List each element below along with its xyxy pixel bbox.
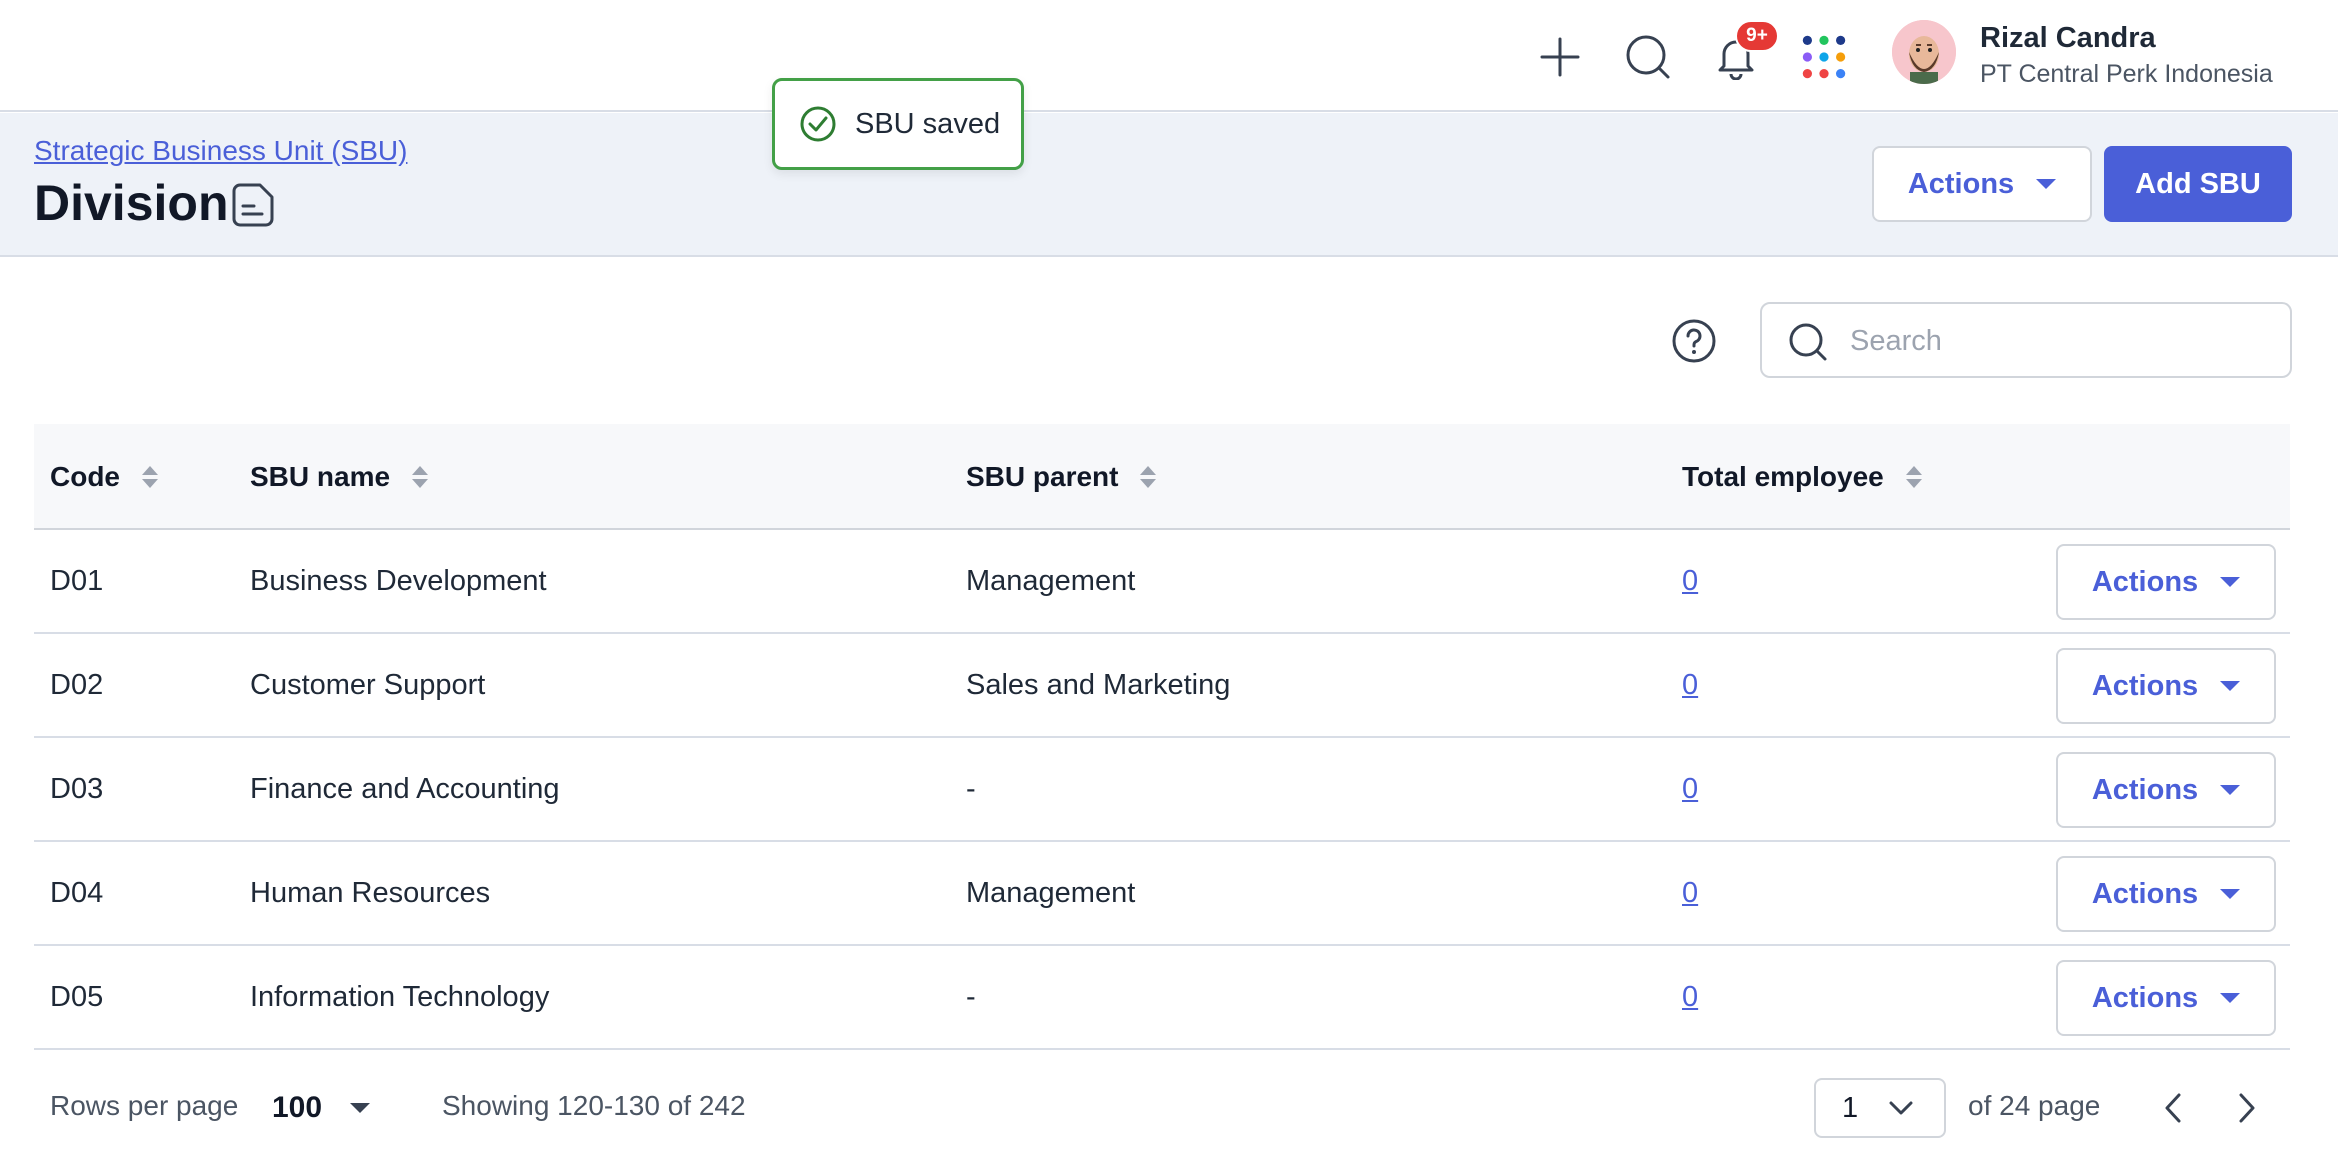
cell-total-employee-link[interactable]: 0 xyxy=(1682,738,1698,840)
notification-badge: 9+ xyxy=(1735,20,1779,52)
cell-sbu-parent: Management xyxy=(966,876,1136,909)
cell-total-employee-link[interactable]: 0 xyxy=(1682,530,1698,632)
caret-down-icon xyxy=(2220,577,2241,587)
row-actions-label: Actions xyxy=(2091,981,2199,1014)
row-actions-label: Actions xyxy=(2091,669,2199,702)
current-page-value: 1 xyxy=(1842,1091,1859,1124)
chevron-down-icon xyxy=(1889,1101,1913,1115)
next-page-button[interactable] xyxy=(2226,1087,2268,1129)
search-field-icon xyxy=(1789,323,1827,361)
row-actions-button[interactable]: Actions xyxy=(2056,856,2276,932)
table-row: D03 Finance and Accounting - 0 Actions xyxy=(34,738,2290,842)
app-dot xyxy=(1802,35,1812,45)
rows-per-page-label: Rows per page xyxy=(50,1090,239,1121)
sort-icon[interactable] xyxy=(1140,466,1157,488)
cell-code: D01 xyxy=(50,564,104,597)
column-header-sbu-name[interactable]: SBU name xyxy=(250,424,429,530)
add-icon[interactable] xyxy=(1536,27,1584,87)
table-row: D02 Customer Support Sales and Marketing… xyxy=(34,634,2290,738)
column-label: SBU name xyxy=(250,461,391,492)
sort-icon[interactable] xyxy=(1905,466,1922,488)
app-dot xyxy=(1802,52,1812,62)
user-company: PT Central Perk Indonesia xyxy=(1980,60,2273,88)
app-dot xyxy=(1836,69,1846,79)
app-dot xyxy=(1819,52,1829,62)
rows-per-page-value: 100 xyxy=(272,1091,323,1124)
row-actions-button[interactable]: Actions xyxy=(2056,544,2276,620)
app-dot xyxy=(1836,35,1846,45)
caret-down-icon xyxy=(2036,179,2057,189)
top-bar: 9+ Rizal Candra PT Central Perk Indonesi… xyxy=(0,0,2338,112)
caret-down-icon xyxy=(2220,681,2241,691)
sort-icon[interactable] xyxy=(142,466,158,488)
sort-icon[interactable] xyxy=(412,466,429,488)
breadcrumb[interactable]: Strategic Business Unit (SBU) xyxy=(34,135,407,167)
chevron-left-icon xyxy=(2165,1093,2181,1123)
column-label: Code xyxy=(50,461,120,492)
sbu-table: Code SBU name SBU parent Total employee … xyxy=(34,424,2290,1050)
header-actions-button[interactable]: Actions xyxy=(1872,146,2092,222)
cell-sbu-name: Information Technology xyxy=(250,980,550,1013)
cell-sbu-name: Customer Support xyxy=(250,668,486,701)
row-actions-label: Actions xyxy=(2091,565,2199,598)
table-row: D01 Business Development Management 0 Ac… xyxy=(34,530,2290,634)
row-actions-button[interactable]: Actions xyxy=(2056,648,2276,724)
cell-code: D04 xyxy=(50,876,104,909)
page-number-select[interactable]: 1 xyxy=(1814,1078,1946,1138)
cell-sbu-name: Finance and Accounting xyxy=(250,772,560,805)
chevron-right-icon xyxy=(2239,1093,2255,1123)
toast-notification: SBU saved xyxy=(772,78,1024,170)
apps-grid-icon[interactable] xyxy=(1800,27,1848,87)
toast-message: SBU saved xyxy=(855,107,1001,140)
showing-range: Showing 120-130 of 242 xyxy=(442,1090,746,1121)
search-field[interactable] xyxy=(1760,302,2292,378)
previous-page-button[interactable] xyxy=(2152,1087,2194,1129)
table-row: D05 Information Technology - 0 Actions xyxy=(34,946,2290,1050)
page-title: Division xyxy=(34,175,229,231)
row-actions-button[interactable]: Actions xyxy=(2056,960,2276,1036)
total-pages-label: of 24 page xyxy=(1968,1090,2101,1121)
cell-total-employee-link[interactable]: 0 xyxy=(1682,946,1698,1048)
caret-down-icon xyxy=(2220,889,2241,899)
app-dot xyxy=(1819,69,1829,79)
user-name: Rizal Candra xyxy=(1980,22,2156,54)
row-actions-label: Actions xyxy=(2091,773,2199,806)
cell-sbu-parent: - xyxy=(966,772,976,805)
table-header: Code SBU name SBU parent Total employee xyxy=(34,424,2290,530)
cell-sbu-name: Human Resources xyxy=(250,876,491,909)
avatar[interactable] xyxy=(1892,20,1956,84)
app-dot xyxy=(1819,35,1829,45)
document-icon[interactable] xyxy=(232,182,276,228)
table-row: D04 Human Resources Management 0 Actions xyxy=(34,842,2290,946)
column-header-total-employee[interactable]: Total employee xyxy=(1682,424,1922,530)
check-circle-icon xyxy=(800,106,836,142)
help-icon[interactable] xyxy=(1671,318,1717,364)
cell-total-employee-link[interactable]: 0 xyxy=(1682,842,1698,944)
caret-down-icon xyxy=(2220,785,2241,795)
column-label: SBU parent xyxy=(966,461,1119,492)
cell-code: D05 xyxy=(50,980,104,1013)
row-actions-label: Actions xyxy=(2091,877,2199,910)
caret-down-icon xyxy=(2220,993,2241,1003)
cell-sbu-parent: - xyxy=(966,980,976,1013)
cell-sbu-name: Business Development xyxy=(250,564,547,597)
search-input[interactable] xyxy=(1850,316,2270,366)
search-icon[interactable] xyxy=(1624,27,1672,87)
rows-per-page-select[interactable]: 100 xyxy=(272,1078,371,1138)
cell-sbu-parent: Management xyxy=(966,564,1136,597)
column-header-code[interactable]: Code xyxy=(50,424,158,530)
cell-total-employee-link[interactable]: 0 xyxy=(1682,634,1698,736)
cell-sbu-parent: Sales and Marketing xyxy=(966,668,1231,701)
caret-down-icon xyxy=(350,1103,371,1113)
row-actions-button[interactable]: Actions xyxy=(2056,752,2276,828)
add-sbu-button[interactable]: Add SBU xyxy=(2104,146,2292,222)
column-label: Total employee xyxy=(1682,461,1884,492)
app-dot xyxy=(1802,69,1812,79)
cell-code: D02 xyxy=(50,668,104,701)
app-dot xyxy=(1836,52,1846,62)
column-header-sbu-parent[interactable]: SBU parent xyxy=(966,424,1157,530)
cell-code: D03 xyxy=(50,772,104,805)
header-actions-label: Actions xyxy=(1907,167,2015,200)
